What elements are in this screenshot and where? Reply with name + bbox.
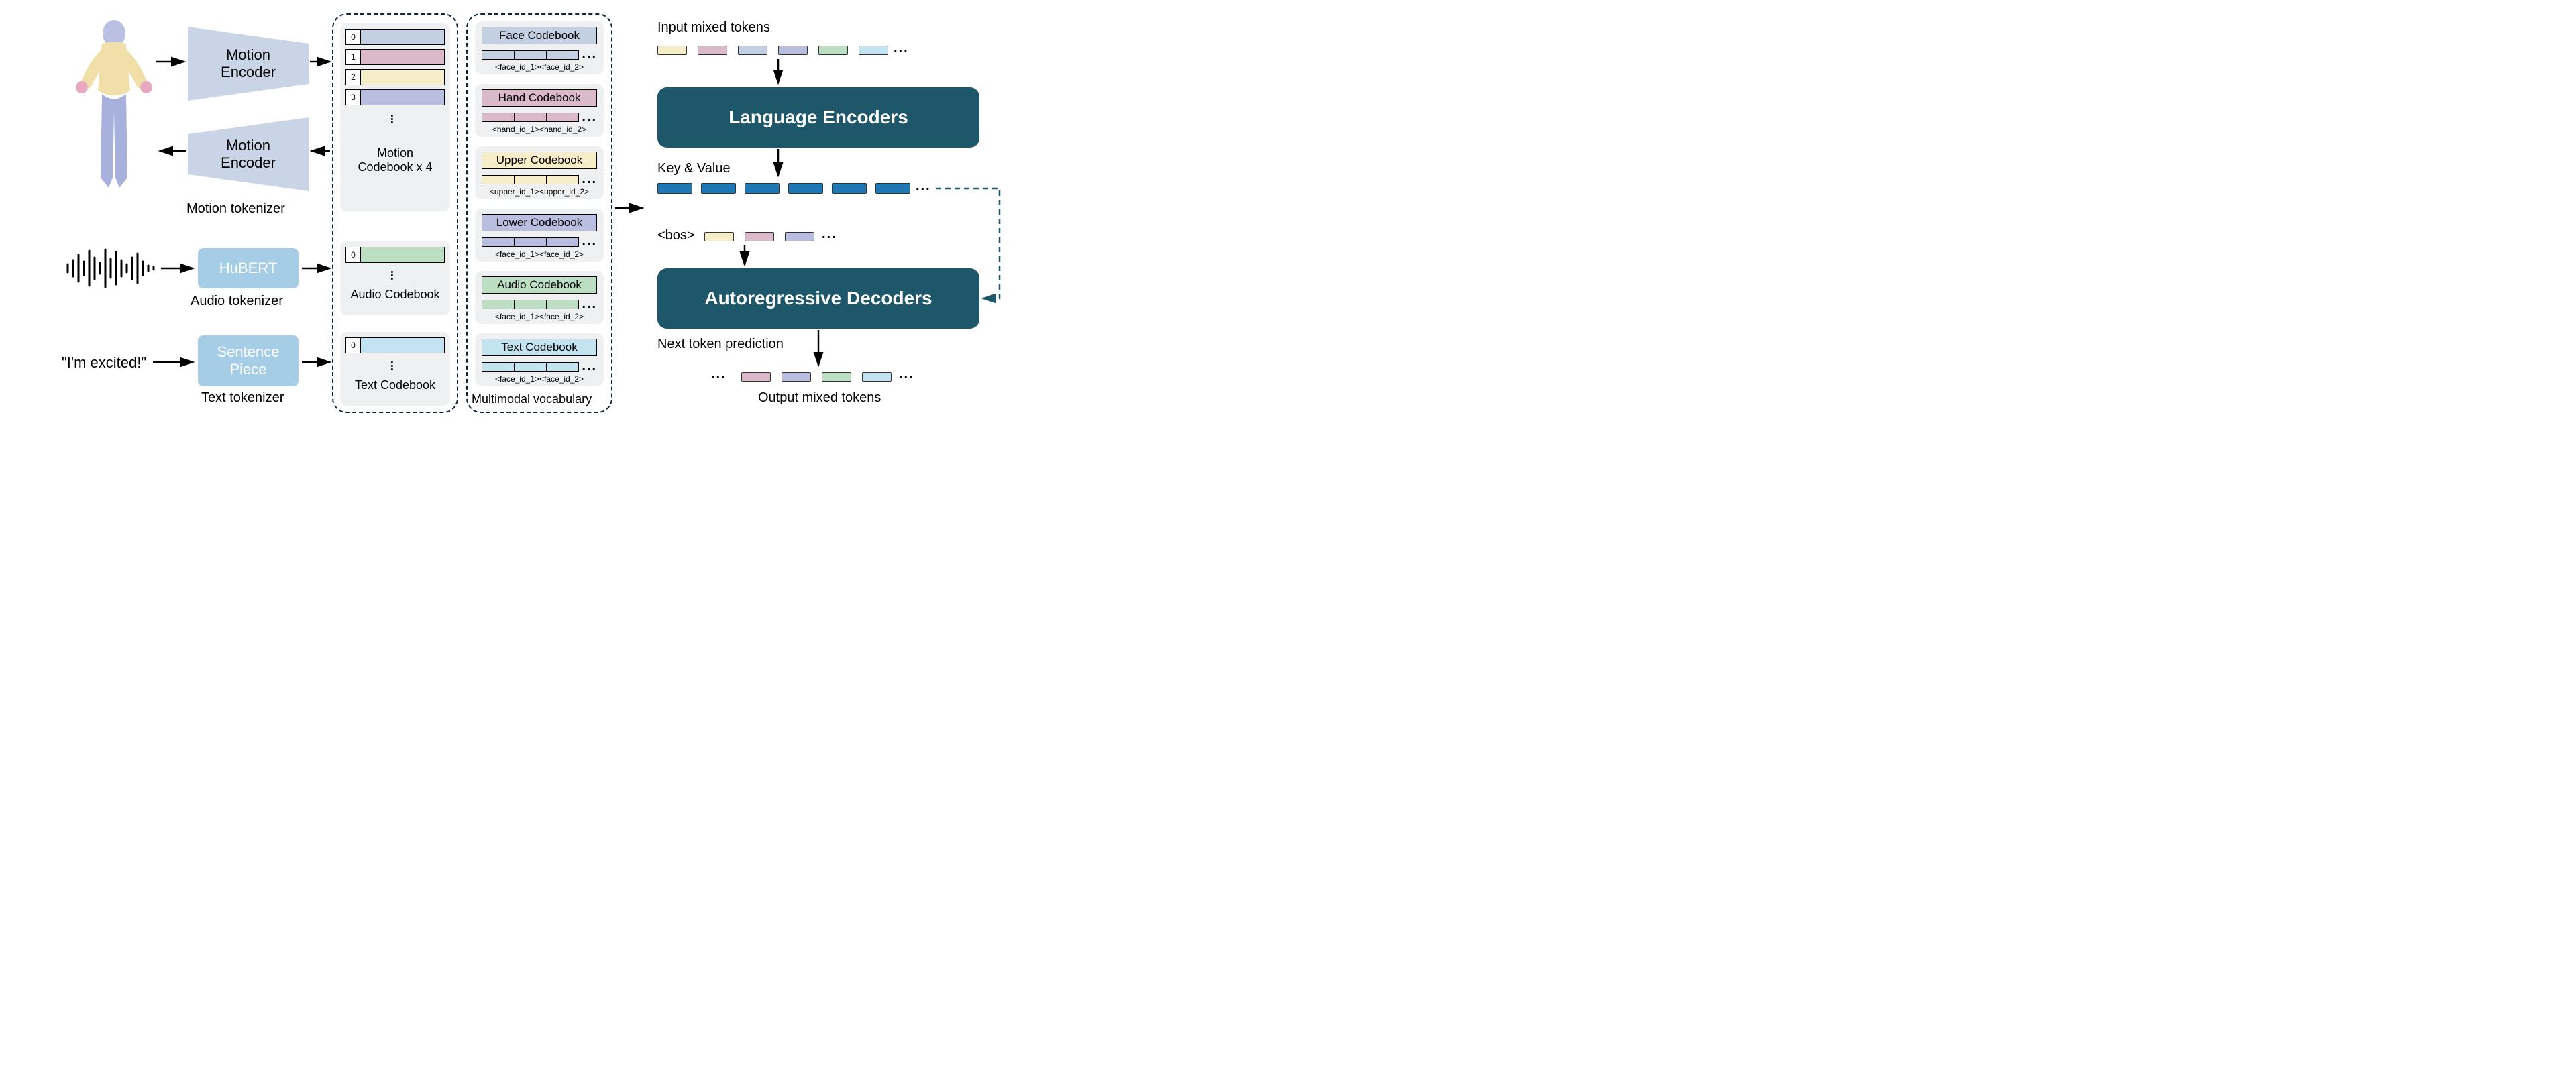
motion-codebook-title: Motion Codebook x 4 [345, 146, 445, 174]
key-value-label: Key & Value [657, 161, 731, 176]
input-token [778, 46, 808, 55]
code-idx: 0 [346, 247, 361, 262]
motion-tokenizer-caption: Motion tokenizer [186, 201, 285, 217]
ellipsis: ... [916, 178, 931, 194]
ellipsis: ... [899, 367, 914, 382]
autoregressive-decoders-label: Autoregressive Decoders [704, 288, 932, 309]
input-token [738, 46, 767, 55]
motion-encoder-label: Motion Encoder [188, 27, 309, 101]
multimodal-vocab-caption: Multimodal vocabulary [472, 392, 592, 406]
vocab-title: Audio Codebook [482, 276, 597, 294]
motion-codebook: 0 1 2 3 ... Motion Codebook x 4 [340, 23, 450, 211]
motion-decoder-block: Motion Encoder [188, 117, 309, 191]
vocab-title: Face Codebook [482, 27, 597, 44]
decoder-input-token [785, 232, 814, 241]
next-token-prediction-label: Next token prediction [657, 337, 784, 352]
output-token [741, 372, 771, 382]
vocab-title: Text Codebook [482, 339, 597, 356]
sentencepiece-block: Sentence Piece [198, 335, 299, 386]
vocab-ids: <face_id_1><face_id_2> [482, 249, 597, 259]
kv-token [788, 183, 823, 194]
input-token [818, 46, 848, 55]
kv-token [832, 183, 867, 194]
audio-codebook: 0 ... Audio Codebook [340, 241, 450, 315]
vocab-title: Hand Codebook [482, 89, 597, 107]
language-encoders-label: Language Encoders [729, 107, 908, 128]
ellipsis: ... [582, 109, 597, 125]
vocab-ids: <face_id_1><face_id_2> [482, 62, 597, 72]
output-token [782, 372, 811, 382]
motion-decoder-label: Motion Encoder [188, 117, 309, 191]
audio-codebook-title: Audio Codebook [345, 288, 445, 302]
ellipsis: ... [582, 47, 597, 62]
vocab-ids: <face_id_1><face_id_2> [482, 312, 597, 321]
lower-codebook-entry: Lower Codebook ... <face_id_1><face_id_2… [475, 209, 604, 262]
smpl-body-figure [74, 17, 154, 191]
vocab-title: Lower Codebook [482, 214, 597, 231]
autoregressive-decoders-block: Autoregressive Decoders [657, 268, 979, 329]
code-idx: 1 [346, 50, 361, 64]
output-mixed-tokens-label: Output mixed tokens [758, 390, 881, 406]
input-token [657, 46, 687, 55]
text-codebook-entry: Text Codebook ... <face_id_1><face_id_2> [475, 333, 604, 386]
ellipsis: ... [582, 359, 597, 374]
kv-token [745, 183, 780, 194]
ellipsis: ... [582, 296, 597, 312]
ellipsis: ... [582, 172, 597, 187]
code-idx: 2 [346, 70, 361, 85]
kv-token [701, 183, 736, 194]
output-token [822, 372, 851, 382]
upper-codebook-entry: Upper Codebook ... <upper_id_1><upper_id… [475, 146, 604, 199]
face-codebook-entry: Face Codebook ... <face_id_1><face_id_2> [475, 21, 604, 74]
text-tokenizer-caption: Text tokenizer [201, 390, 284, 406]
ellipsis: ... [894, 40, 909, 56]
sentencepiece-label: Sentence Piece [217, 343, 280, 378]
kv-token [657, 183, 692, 194]
hubert-block: HuBERT [198, 248, 299, 288]
hand-codebook-entry: Hand Codebook ... <hand_id_1><hand_id_2> [475, 84, 604, 137]
vocab-ids: <face_id_1><face_id_2> [482, 374, 597, 384]
output-token [862, 372, 892, 382]
vocab-ids: <upper_id_1><upper_id_2> [482, 187, 597, 197]
ellipsis: ... [582, 234, 597, 249]
decoder-input-token [704, 232, 734, 241]
code-idx: 3 [346, 90, 361, 105]
audio-waveform-icon [64, 248, 158, 288]
vocab-ids: <hand_id_1><hand_id_2> [482, 125, 597, 134]
vocab-title: Upper Codebook [482, 152, 597, 169]
input-token [859, 46, 888, 55]
text-codebook-title: Text Codebook [345, 378, 445, 392]
text-codebook: 0 ... Text Codebook [340, 332, 450, 406]
language-encoders-block: Language Encoders [657, 87, 979, 148]
decoder-input-token [745, 232, 774, 241]
audio-codebook-entry: Audio Codebook ... <face_id_1><face_id_2… [475, 271, 604, 324]
ellipsis: ... [822, 227, 837, 242]
text-input-string: "I'm excited!" [62, 354, 146, 372]
kv-token [875, 183, 910, 194]
motion-encoder-block: Motion Encoder [188, 27, 309, 101]
input-mixed-tokens-label: Input mixed tokens [657, 20, 770, 36]
code-idx: 0 [346, 338, 361, 353]
hubert-label: HuBERT [219, 260, 277, 277]
code-idx: 0 [346, 30, 361, 44]
ellipsis: ... [711, 367, 727, 382]
input-token [698, 46, 727, 55]
audio-tokenizer-caption: Audio tokenizer [191, 294, 283, 309]
bos-label: <bos> [657, 228, 695, 243]
